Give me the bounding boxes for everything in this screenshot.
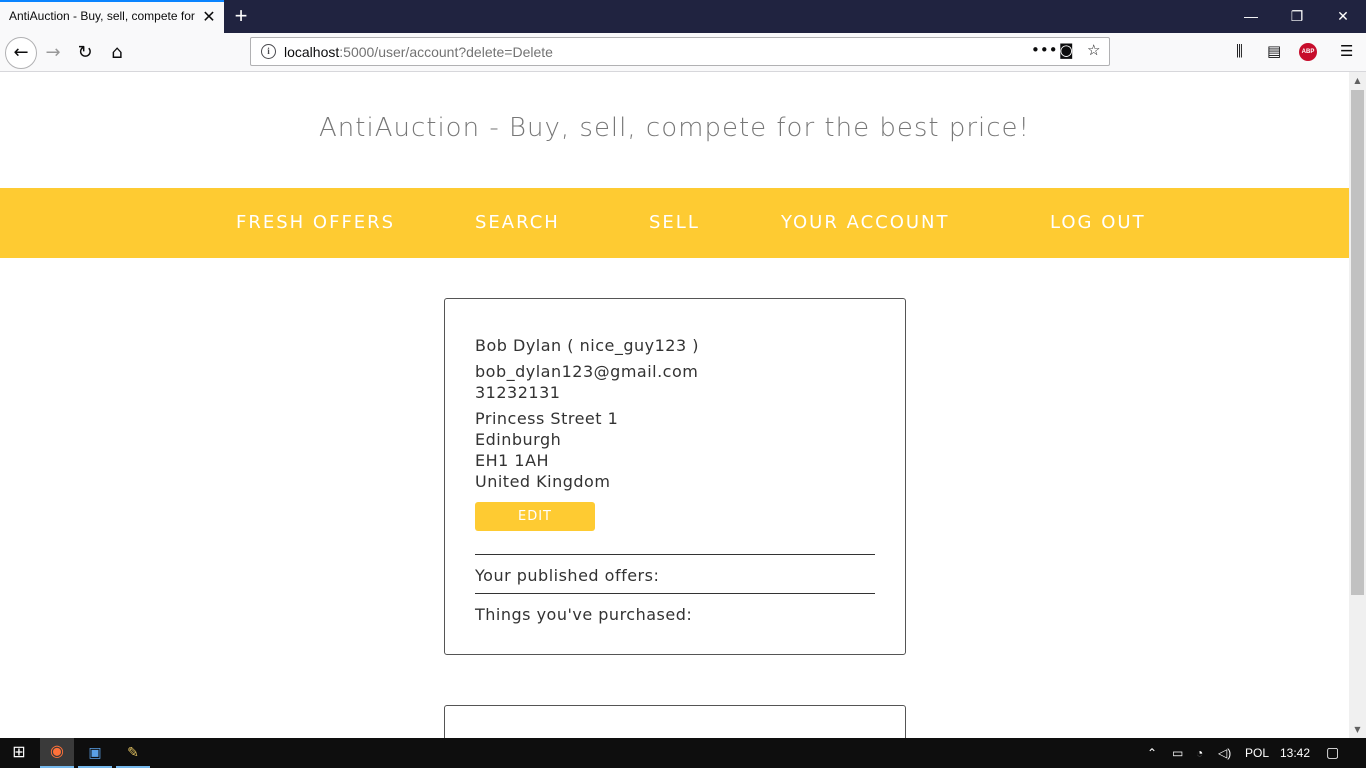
- url-bar[interactable]: i localhost:5000/user/account?delete=Del…: [250, 37, 1110, 66]
- menu-sell[interactable]: SELL: [649, 212, 700, 233]
- address-city: Edinburgh: [475, 430, 562, 449]
- firefox-taskbar-icon[interactable]: ◉: [40, 738, 74, 768]
- scrollbar-thumb[interactable]: [1351, 90, 1364, 595]
- menu-icon[interactable]: ☰: [1340, 42, 1353, 60]
- clock[interactable]: 13:42: [1280, 746, 1310, 760]
- close-window-icon[interactable]: ✕: [1320, 0, 1366, 33]
- notifications-icon[interactable]: ▢: [1326, 744, 1339, 761]
- user-email: bob_dylan123@gmail.com: [475, 362, 699, 381]
- site-title: AntiAuction - Buy, sell, compete for the…: [319, 113, 1030, 143]
- more-actions-icon[interactable]: •••: [1031, 41, 1058, 59]
- volume-icon[interactable]: ◁): [1218, 746, 1231, 760]
- bookmark-star-icon[interactable]: ☆: [1087, 41, 1100, 59]
- battery-icon[interactable]: ▭: [1172, 746, 1183, 760]
- address-street: Princess Street 1: [475, 409, 619, 428]
- restore-icon[interactable]: ❐: [1274, 0, 1320, 33]
- minimize-icon[interactable]: —: [1228, 0, 1274, 33]
- home-icon[interactable]: ⌂: [102, 38, 132, 68]
- new-tab-icon[interactable]: +: [230, 5, 252, 27]
- windows-start-icon[interactable]: ⊞: [0, 738, 38, 768]
- scroll-down-icon[interactable]: ▼: [1349, 721, 1366, 738]
- back-icon[interactable]: ←: [5, 37, 37, 69]
- menu-your-account[interactable]: YOUR ACCOUNT: [781, 212, 950, 233]
- forward-icon[interactable]: →: [38, 38, 68, 68]
- menu-log-out[interactable]: LOG OUT: [1050, 212, 1146, 233]
- account-card: Bob Dylan ( nice_guy123 ) bob_dylan123@g…: [444, 298, 906, 655]
- user-phone: 31232131: [475, 383, 561, 402]
- url-text: localhost:5000/user/account?delete=Delet…: [284, 44, 553, 60]
- published-offers-label: Your published offers:: [475, 566, 660, 585]
- close-tab-icon[interactable]: ✕: [200, 8, 218, 26]
- sidebar-icon[interactable]: ▤: [1267, 42, 1281, 60]
- paint-taskbar-icon[interactable]: ✎: [116, 738, 150, 768]
- app-taskbar-icon[interactable]: ▣: [78, 738, 112, 768]
- browser-navbar: ← → ↻ ⌂ i localhost:5000/user/account?de…: [0, 33, 1366, 72]
- library-icon[interactable]: ⫼: [1236, 42, 1243, 60]
- menu-fresh-offers[interactable]: FRESH OFFERS: [236, 212, 395, 233]
- address-country: United Kingdom: [475, 472, 611, 491]
- purchased-label: Things you've purchased:: [475, 605, 693, 624]
- chevron-up-icon[interactable]: ⌃: [1147, 746, 1157, 760]
- menu-search[interactable]: SEARCH: [475, 212, 560, 233]
- language-indicator[interactable]: POL: [1245, 746, 1269, 760]
- main-menu: FRESH OFFERS SEARCH SELL YOUR ACCOUNT LO…: [0, 188, 1349, 258]
- divider: [475, 554, 875, 555]
- address-postcode: EH1 1AH: [475, 451, 550, 470]
- wifi-icon[interactable]: ◔: [1196, 746, 1203, 760]
- browser-tab[interactable]: AntiAuction - Buy, sell, compete for the…: [0, 0, 224, 33]
- info-icon[interactable]: i: [261, 44, 276, 59]
- divider: [475, 593, 875, 594]
- reload-icon[interactable]: ↻: [70, 38, 100, 68]
- url-host: localhost: [284, 44, 340, 60]
- tab-title: AntiAuction - Buy, sell, compete for the…: [9, 9, 195, 23]
- url-path: :5000/user/account?delete=Delete: [339, 44, 553, 60]
- adblock-icon[interactable]: ABP: [1299, 43, 1317, 61]
- browser-tabbar: AntiAuction - Buy, sell, compete for the…: [0, 0, 1366, 33]
- pocket-icon[interactable]: ◙: [1059, 41, 1074, 59]
- user-name: Bob Dylan ( nice_guy123 ): [475, 336, 699, 355]
- taskbar: ⊞ ◉ ▣ ✎ ⌃ ▭ ◔ ◁) POL 13:42 ▢: [0, 738, 1366, 768]
- scroll-up-icon[interactable]: ▲: [1349, 72, 1366, 89]
- edit-button[interactable]: EDIT: [475, 502, 595, 531]
